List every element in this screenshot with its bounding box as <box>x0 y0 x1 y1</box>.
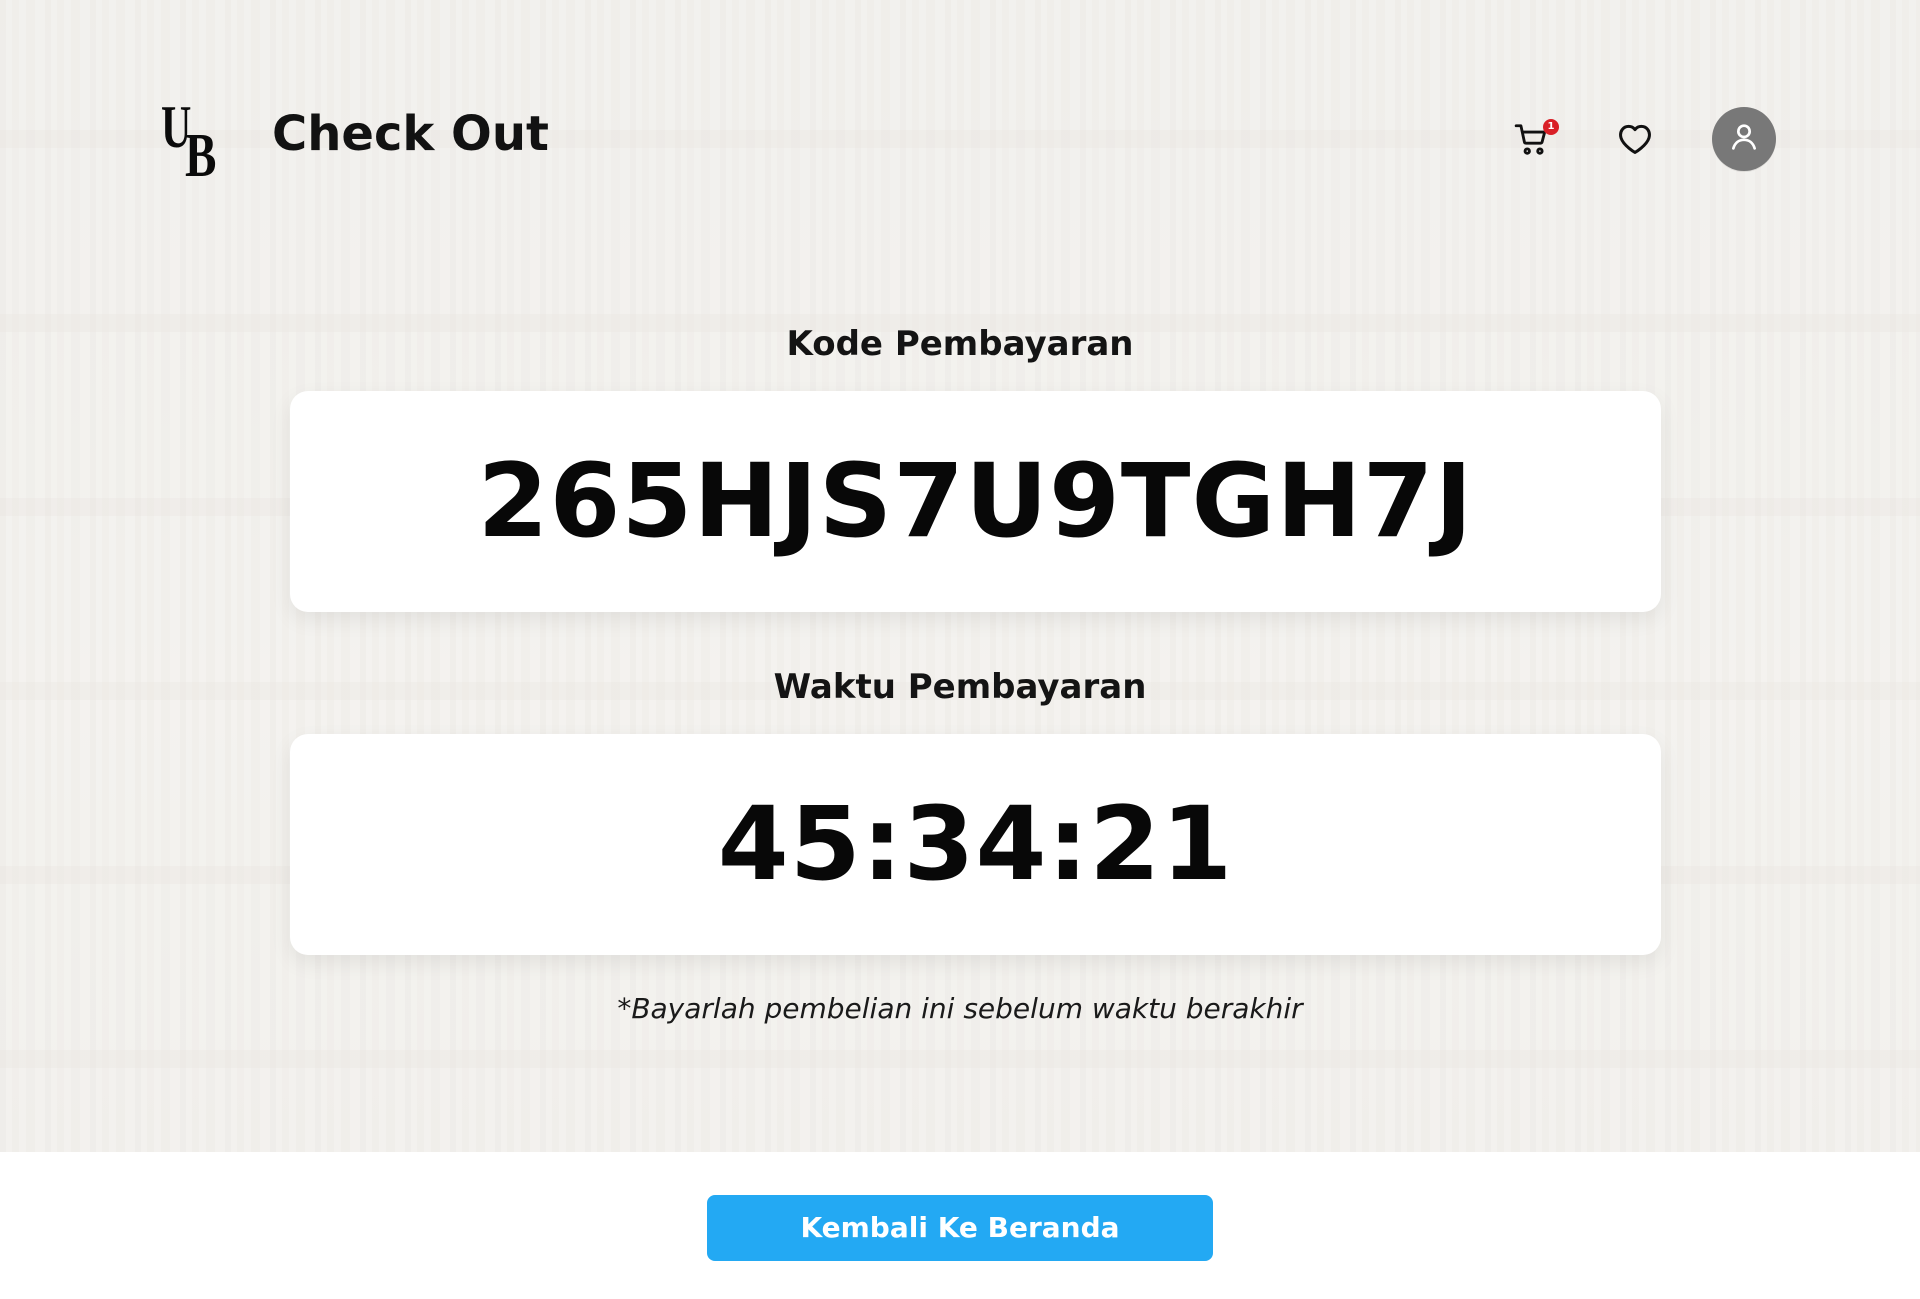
payment-time-card: 45:34:21 <box>290 734 1661 955</box>
cart-button[interactable]: 1 <box>1508 118 1559 166</box>
top-navigation: U B Check Out 1 <box>0 0 1920 190</box>
cart-count-badge: 1 <box>1543 119 1559 135</box>
payment-code-value: 265HJS7U9TGH7J <box>477 441 1474 561</box>
payment-countdown-value: 45:34:21 <box>717 784 1234 904</box>
back-to-home-button[interactable]: Kembali Ke Beranda <box>707 1195 1213 1261</box>
checkout-page: U B Check Out 1 Kode Pembayaran 265HJS7U… <box>0 0 1920 1299</box>
page-title: Check Out <box>272 106 549 162</box>
logo-letter-b: B <box>185 122 217 190</box>
user-icon <box>1727 120 1761 158</box>
heart-icon <box>1616 120 1654 162</box>
payment-code-label: Kode Pembayaran <box>786 324 1134 364</box>
payment-notice: *Bayarlah pembelian ini sebelum waktu be… <box>617 992 1303 1025</box>
wishlist-button[interactable] <box>1612 118 1658 164</box>
store-logo[interactable]: U B <box>157 95 237 187</box>
payment-time-label: Waktu Pembayaran <box>773 667 1147 707</box>
payment-code-card: 265HJS7U9TGH7J <box>290 391 1661 612</box>
account-button[interactable] <box>1712 107 1776 171</box>
